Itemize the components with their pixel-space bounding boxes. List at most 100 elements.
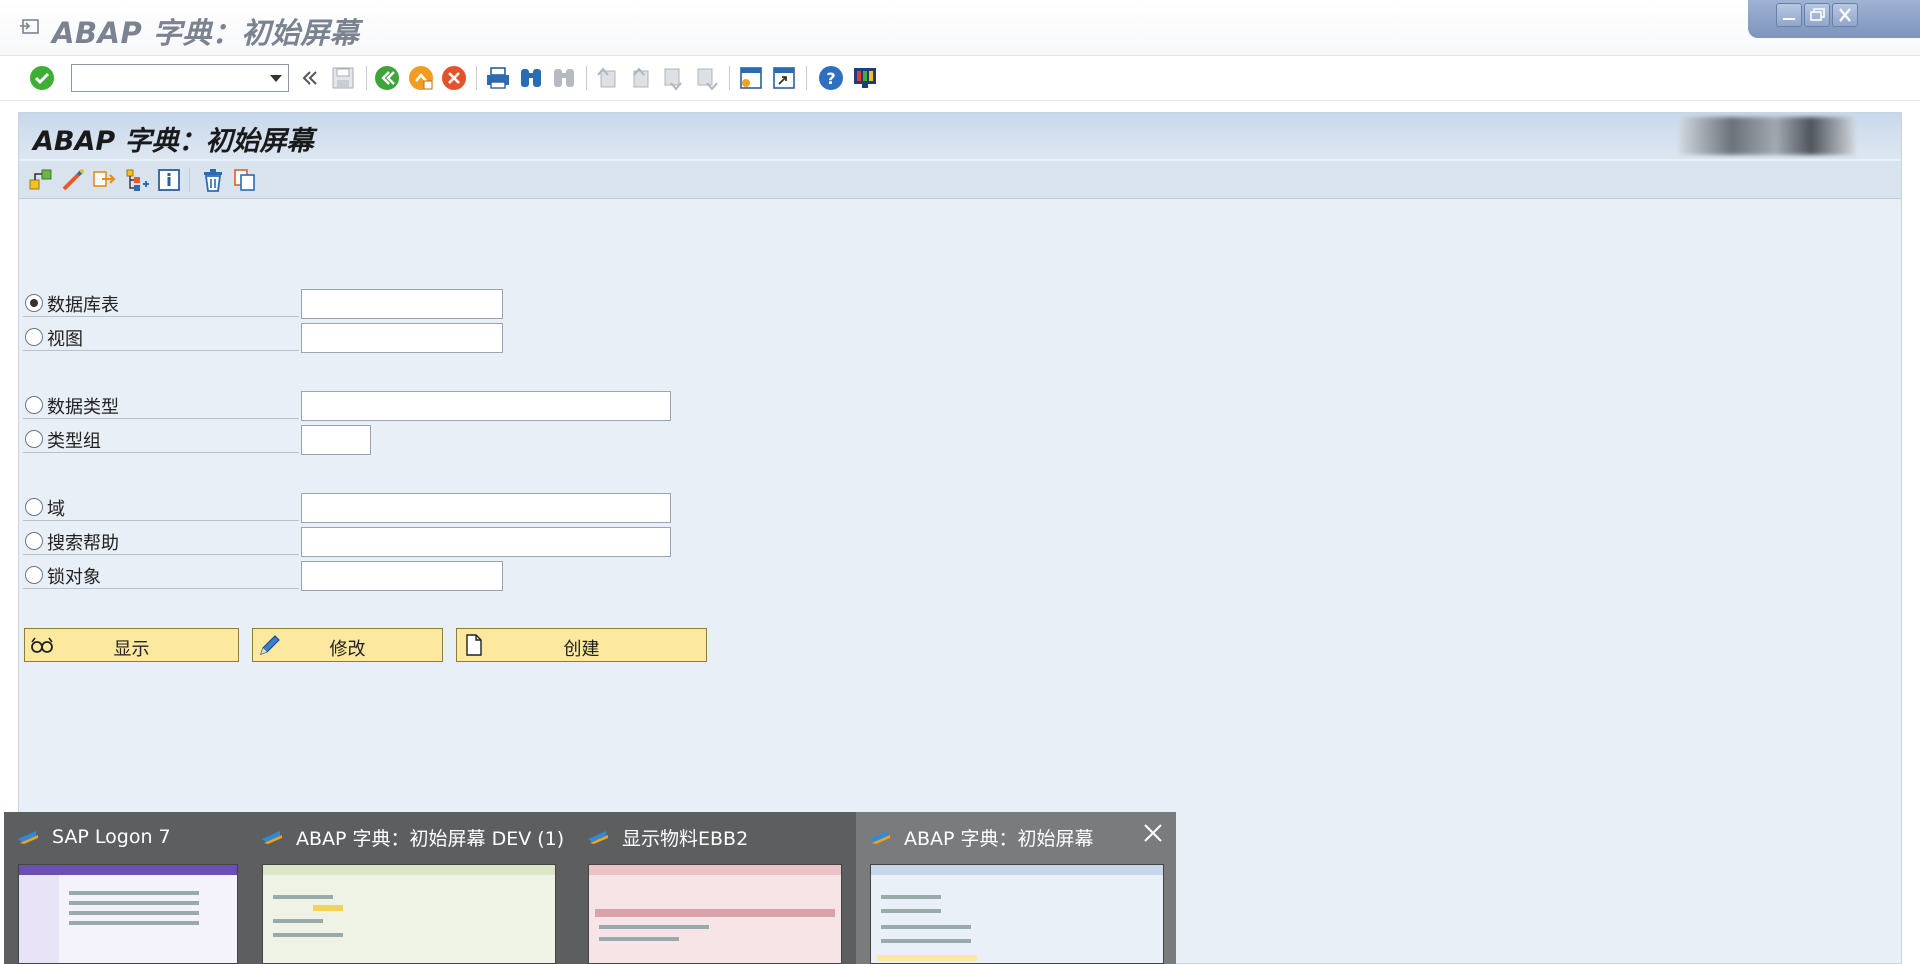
copy-icon: [234, 169, 255, 191]
thumb-line: [599, 925, 709, 929]
thumb-preview: [870, 864, 1164, 964]
thumb-tabstrip: [595, 909, 835, 917]
thumb-line: [69, 901, 199, 905]
redacted-logo: [1679, 117, 1855, 155]
new-session-icon: [740, 67, 762, 89]
sap-logo-icon: [18, 831, 38, 844]
toolbar-separator: [806, 66, 807, 90]
save-button[interactable]: [329, 64, 357, 92]
toolbar-separator: [476, 66, 477, 90]
activate-button[interactable]: [91, 166, 119, 194]
radio-data-type[interactable]: [25, 396, 43, 414]
thumb-line: [881, 909, 941, 913]
create-button[interactable]: 创建: [456, 628, 707, 662]
taskbar-thumb-material[interactable]: 显示物料EBB2: [574, 812, 856, 964]
radio-row-domain[interactable]: 域: [23, 493, 323, 521]
where-used-button[interactable]: [123, 166, 151, 194]
window-menu-icon[interactable]: [20, 18, 40, 36]
thumb-line: [273, 895, 333, 899]
label-type-group: 类型组: [47, 431, 101, 452]
customize-layout-button[interactable]: [851, 64, 879, 92]
change-object-button[interactable]: [59, 166, 87, 194]
data-type-input[interactable]: [301, 391, 671, 421]
window-title-bar: ABAP 字典：初始屏幕: [0, 0, 1920, 56]
radio-row-type-group[interactable]: 类型组: [23, 425, 323, 453]
last-page-button[interactable]: [693, 64, 721, 92]
radio-type-group[interactable]: [25, 430, 43, 448]
thumb-title: ABAP 字典：初始屏幕 DEV (1): [262, 824, 564, 850]
radio-row-lock-object[interactable]: 锁对象: [23, 561, 323, 589]
radio-view[interactable]: [25, 328, 43, 346]
new-session-button[interactable]: [737, 64, 765, 92]
radio-row-search-help[interactable]: 搜索帮助: [23, 527, 323, 555]
delete-button[interactable]: [199, 166, 227, 194]
first-page-icon: [597, 67, 616, 88]
display-button[interactable]: 显示: [24, 628, 239, 662]
create-shortcut-button[interactable]: [770, 64, 798, 92]
chevron-down-icon[interactable]: [270, 75, 282, 82]
taskbar-thumb-abap-current[interactable]: ABAP 字典：初始屏幕: [856, 812, 1176, 964]
taskbar-thumb-sap-logon[interactable]: SAP Logon 7: [4, 812, 244, 964]
domain-input[interactable]: [301, 493, 671, 523]
radio-row-database-table[interactable]: 数据库表: [23, 289, 323, 317]
thumb-title-text: SAP Logon 7: [52, 826, 171, 848]
minimize-button[interactable]: [1776, 3, 1802, 27]
print-button[interactable]: [484, 64, 512, 92]
toolbar-separator: [586, 66, 587, 90]
next-page-button[interactable]: [660, 64, 688, 92]
toolbar-separator: [366, 66, 367, 90]
enter-button[interactable]: [28, 64, 56, 92]
radio-lock-object[interactable]: [25, 566, 43, 584]
radio-row-data-type[interactable]: 数据类型: [23, 391, 323, 419]
window-controls: [1748, 0, 1920, 38]
command-field[interactable]: [71, 64, 289, 92]
next-page-icon: [664, 68, 682, 91]
previous-page-button[interactable]: [627, 64, 655, 92]
customize-layout-icon: [854, 68, 876, 88]
lock-object-input[interactable]: [301, 561, 503, 591]
thumb-title-text: ABAP 字典：初始屏幕: [904, 827, 1094, 850]
label-view: 视图: [47, 329, 83, 350]
find-next-button[interactable]: [550, 64, 578, 92]
first-page-button[interactable]: [594, 64, 622, 92]
close-icon: [1144, 824, 1162, 842]
other-object-icon: [29, 169, 52, 190]
close-button[interactable]: [1832, 3, 1858, 27]
thumb-close-button[interactable]: [1142, 822, 1164, 849]
info-icon: [158, 169, 180, 191]
thumb-line: [599, 937, 679, 941]
thumb-sidebar: [19, 875, 59, 963]
thumb-line: [881, 895, 941, 899]
collapse-command-button[interactable]: [296, 64, 324, 92]
thumb-preview: [18, 864, 238, 964]
thumb-title: 显示物料EBB2: [588, 824, 850, 850]
info-button[interactable]: [155, 166, 183, 194]
help-icon: ?: [819, 66, 843, 90]
help-button[interactable]: ?: [817, 64, 845, 92]
row-underline: [23, 452, 299, 453]
type-group-input[interactable]: [301, 425, 371, 455]
thumb-buttons: [877, 955, 977, 961]
search-help-input[interactable]: [301, 527, 671, 557]
radio-search-help[interactable]: [25, 532, 43, 550]
radio-domain[interactable]: [25, 498, 43, 516]
row-underline: [23, 418, 299, 419]
activate-icon: [93, 171, 116, 187]
restore-icon: [1810, 8, 1825, 21]
other-object-button[interactable]: [27, 166, 55, 194]
back-button[interactable]: [373, 64, 401, 92]
restore-button[interactable]: [1804, 3, 1830, 27]
radio-database-table[interactable]: [25, 294, 43, 312]
copy-button[interactable]: [231, 166, 259, 194]
thumb-line: [273, 919, 323, 923]
view-input[interactable]: [301, 323, 503, 353]
row-underline: [23, 588, 299, 589]
cancel-button[interactable]: [440, 64, 468, 92]
find-button[interactable]: [517, 64, 545, 92]
change-button[interactable]: 修改: [252, 628, 443, 662]
database-table-input[interactable]: [301, 289, 503, 319]
taskbar-thumb-abap-dev[interactable]: ABAP 字典：初始屏幕 DEV (1): [248, 812, 570, 964]
radio-row-view[interactable]: 视图: [23, 323, 323, 351]
page-header: ABAP 字典：初始屏幕: [19, 113, 1901, 159]
exit-button[interactable]: [407, 64, 435, 92]
